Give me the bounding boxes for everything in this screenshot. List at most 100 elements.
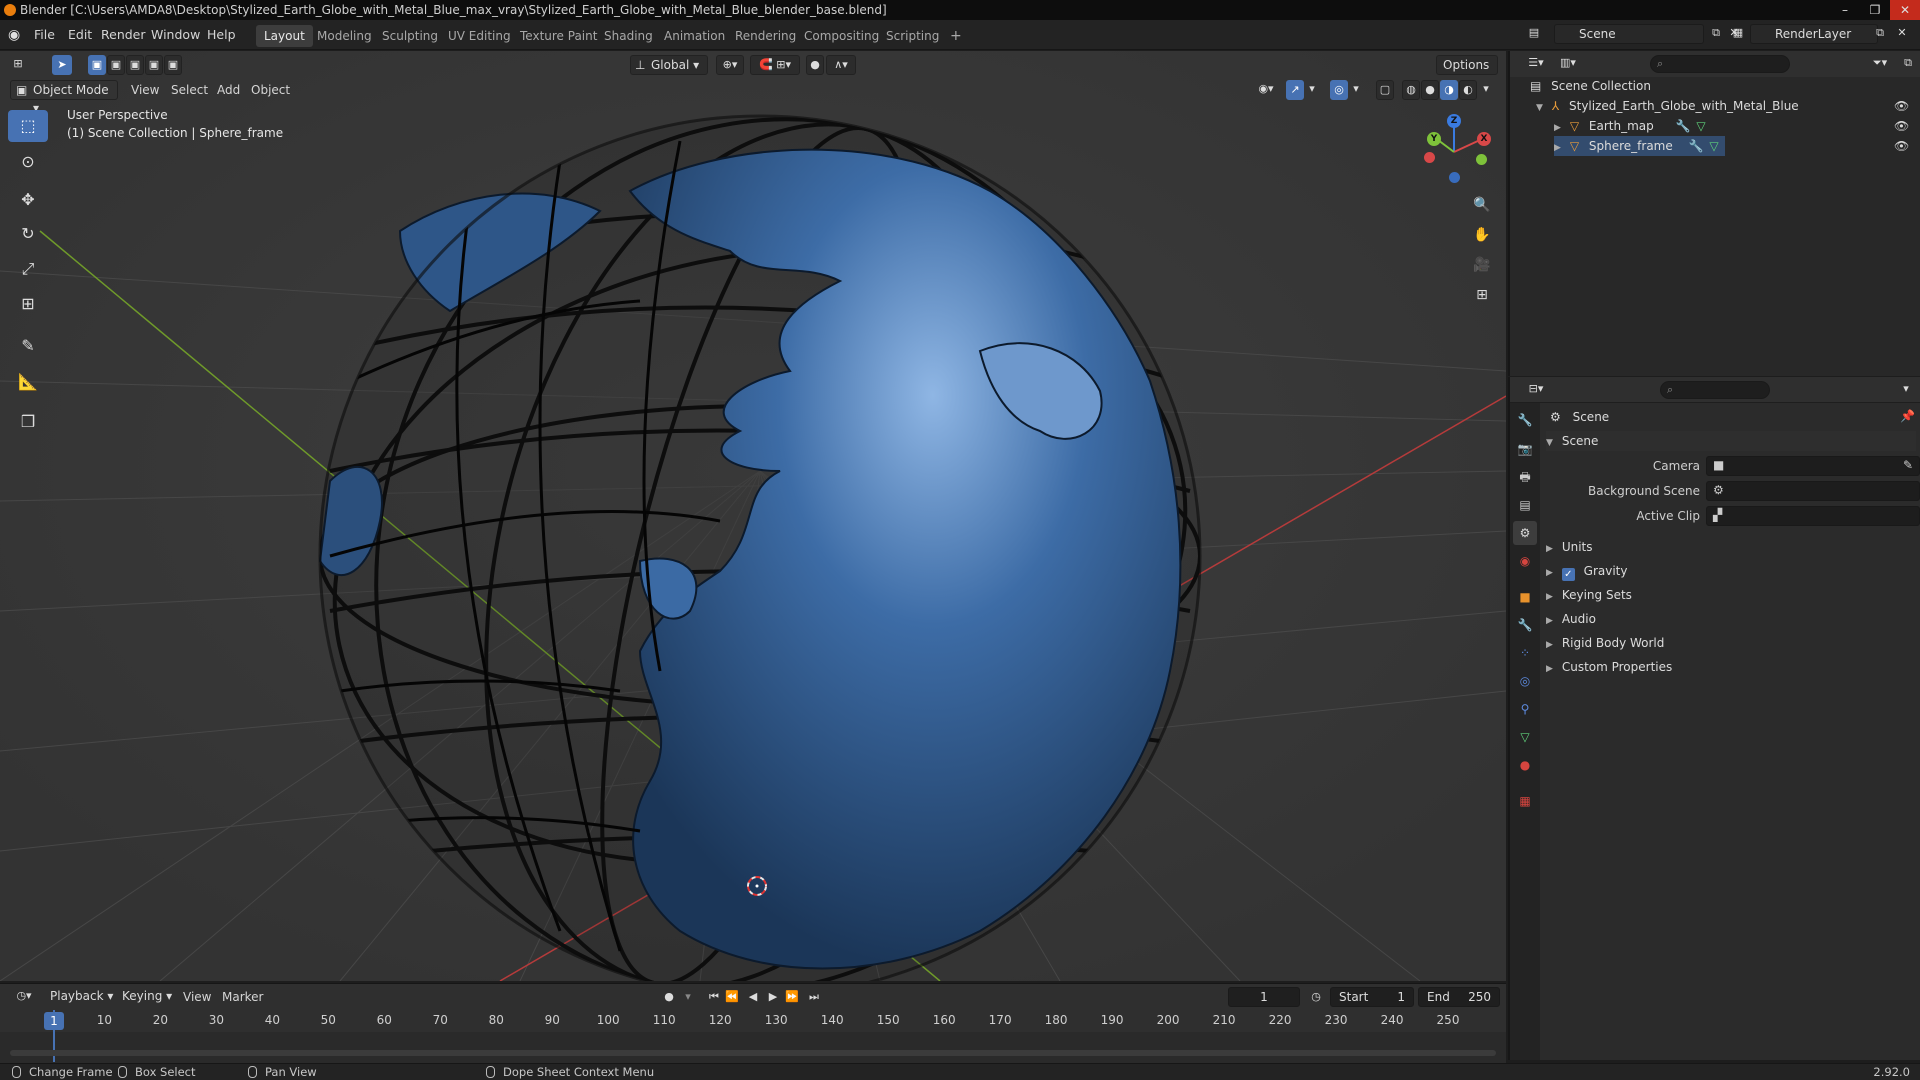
tab-scripting[interactable]: Scripting <box>878 25 947 47</box>
proportional-edit-icon[interactable]: ● <box>806 55 824 75</box>
properties-options-icon[interactable]: ▾ <box>1896 380 1916 400</box>
eyedropper-icon[interactable]: ✎ <box>1903 458 1913 472</box>
pin-icon[interactable]: 📌 <box>1900 409 1915 423</box>
close-button[interactable]: ✕ <box>1890 0 1920 20</box>
tab-compositing[interactable]: Compositing <box>796 25 887 47</box>
modifier-wrench-icon[interactable]: 🔧 <box>1689 139 1704 153</box>
units-panel-header[interactable]: ▶ Units <box>1546 537 1916 557</box>
keying-menu[interactable]: Keying ▾ <box>116 987 174 1007</box>
transform-tool-icon[interactable]: ⊞ <box>8 288 48 320</box>
gizmo-y-axis[interactable]: Y <box>1427 132 1441 146</box>
jump-to-keyframe-back-icon[interactable]: ⏪ <box>724 989 740 1005</box>
render-properties-tab-icon[interactable]: 📷 <box>1513 437 1537 461</box>
material-properties-tab-icon[interactable]: ● <box>1513 753 1537 777</box>
physics-properties-tab-icon[interactable]: ◎ <box>1513 669 1537 693</box>
camera-view-icon[interactable]: 🎥 <box>1469 252 1495 278</box>
timeline-editor-type-icon[interactable]: ◷▾ <box>10 987 38 1007</box>
rigid-body-world-panel-header[interactable]: ▶ Rigid Body World <box>1546 633 1916 653</box>
timeline-marker-menu[interactable]: Marker <box>222 987 263 1007</box>
viewport-menu-select[interactable]: Select <box>171 80 208 100</box>
keying-set-dropdown-icon[interactable]: ▾ <box>680 989 696 1005</box>
rotate-tool-icon[interactable]: ↻ <box>8 218 48 250</box>
add-workspace-button[interactable]: + <box>942 25 970 47</box>
outliner-editor-type-icon[interactable]: ☰▾ <box>1522 54 1550 74</box>
gizmo-neg-y[interactable] <box>1476 154 1487 165</box>
mode-invert-icon[interactable]: ▣ <box>164 55 182 75</box>
jump-to-start-icon[interactable]: ⏮ <box>706 989 722 1005</box>
new-view-layer-icon[interactable]: ⧉ <box>1870 24 1890 44</box>
expand-arrow-icon[interactable]: ▶ <box>1554 118 1566 138</box>
outliner-search-input[interactable]: ⌕ <box>1650 55 1790 73</box>
scene-panel-header[interactable]: ▼ Scene <box>1546 431 1916 451</box>
menu-help[interactable]: Help <box>207 20 236 50</box>
mesh-data-icon[interactable]: ▽ <box>1709 139 1718 153</box>
expand-arrow-icon[interactable]: ▼ <box>1536 98 1548 118</box>
preview-range-icon[interactable]: ◷ <box>1308 989 1324 1005</box>
menu-file[interactable]: File <box>34 20 55 50</box>
orthographic-toggle-icon[interactable]: ⊞ <box>1469 282 1495 308</box>
add-cube-tool-icon[interactable]: ❒ <box>8 406 48 438</box>
visibility-eye-icon[interactable]: 👁 <box>1894 139 1909 153</box>
menu-window[interactable]: Window <box>151 20 200 50</box>
new-scene-icon[interactable]: ⧉ <box>1706 24 1726 44</box>
wireframe-shading-icon[interactable]: ◍ <box>1402 80 1420 100</box>
new-collection-icon[interactable]: ⧉ <box>1898 54 1918 74</box>
gizmo-neg-x[interactable] <box>1424 152 1435 163</box>
visibility-filter-icon[interactable]: ◉▾ <box>1252 80 1280 100</box>
tab-shading[interactable]: Shading <box>596 25 661 47</box>
properties-editor-type-icon[interactable]: ⊟▾ <box>1522 380 1550 400</box>
maximize-button[interactable]: ❐ <box>1860 0 1890 20</box>
data-properties-tab-icon[interactable]: ▽ <box>1513 725 1537 749</box>
select-tool-icon[interactable]: ➤ <box>52 55 72 75</box>
scene-selector[interactable]: Scene <box>1554 24 1704 44</box>
solid-shading-icon[interactable]: ● <box>1421 80 1439 100</box>
timeline-view-menu[interactable]: View <box>183 987 211 1007</box>
mode-subtract-icon[interactable]: ▣ <box>126 55 144 75</box>
viewport-menu-object[interactable]: Object <box>251 80 290 100</box>
outliner-item-sphere-frame[interactable]: ▶ ▽ Sphere_frame 🔧 ▽ <box>1554 136 1725 156</box>
editor-type-icon[interactable]: ⊞ <box>8 55 28 75</box>
minimize-button[interactable]: – <box>1830 0 1860 20</box>
modifier-properties-tab-icon[interactable]: 🔧 <box>1513 613 1537 637</box>
world-properties-tab-icon[interactable]: ◉ <box>1513 549 1537 573</box>
camera-field[interactable]: ■ ✎ <box>1706 456 1920 476</box>
outliner-item-globe-collection[interactable]: ▼ ⅄ Stylized_Earth_Globe_with_Metal_Blue <box>1536 96 1799 116</box>
filter-icon[interactable]: ⏷▾ <box>1866 54 1894 74</box>
delete-view-layer-icon[interactable]: ✕ <box>1892 24 1912 44</box>
tool-properties-tab-icon[interactable]: 🔧 <box>1513 408 1537 432</box>
texture-properties-tab-icon[interactable]: ▦ <box>1513 789 1537 813</box>
output-properties-tab-icon[interactable]: 🖶 <box>1513 465 1537 489</box>
snap-icon[interactable]: 🧲 ⊞▾ <box>750 55 800 75</box>
gizmo-z-axis[interactable]: Z <box>1447 114 1461 128</box>
playback-menu[interactable]: Playback ▾ <box>44 987 114 1007</box>
shading-dropdown-icon[interactable]: ▾ <box>1480 80 1492 100</box>
pivot-point-icon[interactable]: ⊕▾ <box>716 55 744 75</box>
visibility-eye-icon[interactable]: 👁 <box>1894 99 1909 113</box>
constraints-properties-tab-icon[interactable]: ⚲ <box>1513 697 1537 721</box>
tab-modeling[interactable]: Modeling <box>309 25 380 47</box>
view-layer-properties-tab-icon[interactable]: ▤ <box>1513 493 1537 517</box>
tab-layout[interactable]: Layout <box>256 25 313 47</box>
select-box-tool-icon[interactable]: ⬚ <box>8 110 48 142</box>
tab-texture-paint[interactable]: Texture Paint <box>512 25 605 47</box>
timeline-scrollbar[interactable] <box>10 1050 1496 1056</box>
gravity-panel-header[interactable]: ▶ ✓ Gravity <box>1546 561 1916 581</box>
viewport-menu-add[interactable]: Add <box>217 80 240 100</box>
options-dropdown[interactable]: Options ▾ <box>1436 55 1498 90</box>
xray-toggle-icon[interactable]: ▢ <box>1376 80 1394 100</box>
modifier-wrench-icon[interactable]: 🔧 <box>1676 119 1691 133</box>
auto-keying-icon[interactable]: ● <box>661 989 677 1005</box>
gizmo-x-axis[interactable]: X <box>1477 132 1491 146</box>
falloff-icon[interactable]: ∧▾ <box>826 55 856 75</box>
end-frame-field[interactable]: End 250 <box>1418 987 1500 1007</box>
material-preview-shading-icon[interactable]: ◑ <box>1440 80 1458 100</box>
view-layer-browse-icon[interactable]: ▦ <box>1728 24 1748 44</box>
scene-browse-icon[interactable]: ▤ <box>1524 24 1544 44</box>
expand-arrow-icon[interactable]: ▶ <box>1554 138 1566 158</box>
mode-extend-icon[interactable]: ▣ <box>107 55 125 75</box>
gravity-checkbox[interactable]: ✓ <box>1561 568 1575 581</box>
tab-animation[interactable]: Animation <box>656 25 733 47</box>
cursor-tool-icon[interactable]: ⊙ <box>8 146 48 178</box>
overlays-dropdown-icon[interactable]: ▾ <box>1350 80 1362 100</box>
transform-orientation-dropdown[interactable]: ⊥ Global ▾ <box>630 55 708 75</box>
